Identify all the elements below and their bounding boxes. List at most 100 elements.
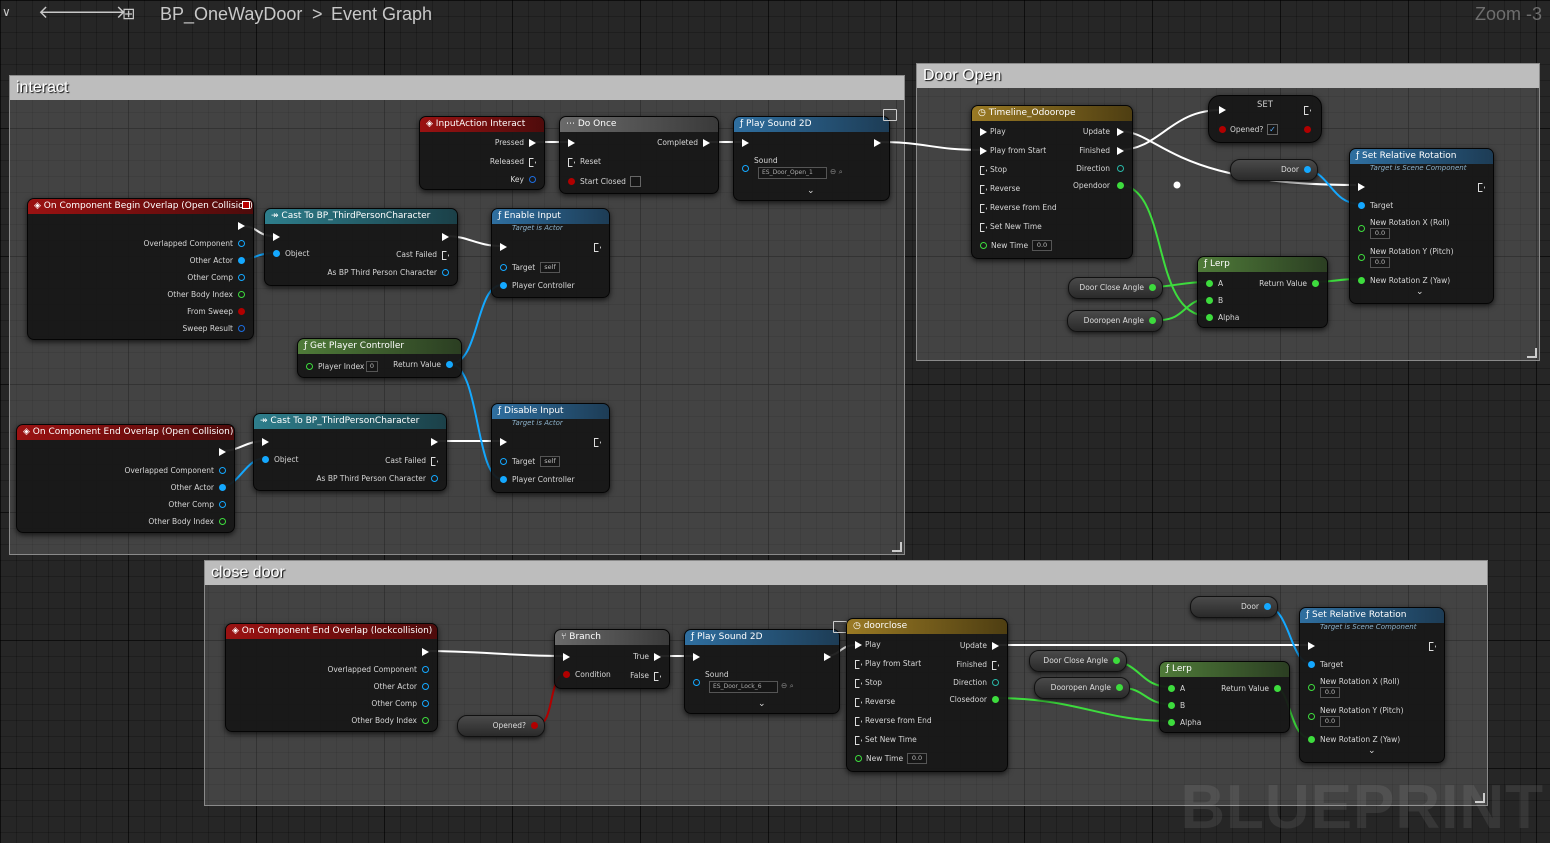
node-enable-input[interactable]: ƒ Enable Input Target is Actor Target se… xyxy=(491,208,610,298)
float-pin[interactable] xyxy=(1274,685,1281,692)
object-pin[interactable] xyxy=(1264,603,1271,610)
node-cast-to-third-person[interactable]: ↠ Cast To BP_ThirdPersonCharacter Object… xyxy=(264,208,458,286)
object-pin[interactable] xyxy=(1308,661,1315,668)
rotation-x-field[interactable]: 0.0 xyxy=(1370,228,1390,239)
object-pin[interactable] xyxy=(500,458,507,465)
bool-pin[interactable] xyxy=(238,308,245,315)
node-end-overlap-lock[interactable]: ◈ On Component End Overlap (lockcollisio… xyxy=(225,623,438,732)
node-begin-overlap[interactable]: ◈ On Component Begin Overlap (Open Colli… xyxy=(27,198,254,340)
node-set-relative-rotation-close[interactable]: ƒ Set Relative Rotation Target is Scene … xyxy=(1299,607,1445,763)
float-pin[interactable] xyxy=(1116,684,1123,691)
exec-pin[interactable] xyxy=(529,158,536,167)
exec-pin[interactable] xyxy=(980,147,987,155)
exec-pin[interactable] xyxy=(855,698,862,707)
object-pin[interactable] xyxy=(500,282,507,289)
float-pin[interactable] xyxy=(992,696,999,703)
int-pin[interactable] xyxy=(306,363,313,370)
exec-pin[interactable] xyxy=(500,438,507,446)
rotation-y-field[interactable]: 0.0 xyxy=(1320,716,1340,727)
chevron-down-icon[interactable]: ⌄ xyxy=(758,699,766,709)
chevron-down-icon[interactable]: ∨ xyxy=(2,5,11,19)
exec-pin[interactable] xyxy=(992,661,999,670)
exec-pin[interactable] xyxy=(980,185,987,194)
object-pin[interactable] xyxy=(442,269,449,276)
exec-pin[interactable] xyxy=(654,653,661,661)
exec-pin[interactable] xyxy=(262,438,269,446)
object-pin[interactable] xyxy=(500,264,507,271)
float-pin[interactable] xyxy=(1308,713,1315,720)
node-disable-input[interactable]: ƒ Disable Input Target is Actor Target s… xyxy=(491,403,610,493)
object-pin[interactable] xyxy=(693,679,700,686)
chevron-down-icon[interactable]: ⌄ xyxy=(1368,746,1376,756)
exec-pin[interactable] xyxy=(855,660,862,669)
object-pin[interactable] xyxy=(238,257,245,264)
bool-pin[interactable] xyxy=(1219,126,1226,133)
exec-pin[interactable] xyxy=(1219,106,1226,114)
opened-checkbox[interactable]: ✓ xyxy=(1267,124,1278,135)
float-pin[interactable] xyxy=(1358,225,1365,232)
exec-pin[interactable] xyxy=(273,233,280,241)
exec-pin[interactable] xyxy=(703,139,710,147)
enum-pin[interactable] xyxy=(992,679,999,686)
object-pin[interactable] xyxy=(1358,202,1365,209)
node-timeline-doorclose[interactable]: ◷ doorclose Play Play from Start Stop Re… xyxy=(846,618,1008,772)
node-inputaction-interact[interactable]: ◈ InputAction Interact Pressed Released … xyxy=(419,116,545,190)
object-pin[interactable] xyxy=(422,700,429,707)
exec-pin[interactable] xyxy=(431,438,438,446)
object-pin[interactable] xyxy=(431,475,438,482)
float-pin[interactable] xyxy=(1206,314,1213,321)
exec-pin[interactable] xyxy=(742,139,749,147)
object-pin[interactable] xyxy=(273,250,280,257)
float-pin[interactable] xyxy=(1206,297,1213,304)
float-pin[interactable] xyxy=(1168,719,1175,726)
exec-pin[interactable] xyxy=(1308,642,1315,650)
object-pin[interactable] xyxy=(422,683,429,690)
chevron-down-icon[interactable]: ⌄ xyxy=(1416,287,1424,297)
node-lerp-close[interactable]: ƒ Lerp A B Alpha Return Value xyxy=(1159,661,1290,733)
sound-asset-dropdown[interactable]: ES_Door_Lock_6 xyxy=(709,681,778,693)
object-pin[interactable] xyxy=(446,361,453,368)
float-pin[interactable] xyxy=(1358,254,1365,261)
comment-title[interactable]: close door xyxy=(205,561,1487,585)
object-pin[interactable] xyxy=(238,240,245,247)
exec-pin[interactable] xyxy=(238,222,245,230)
new-time-field[interactable]: 0.0 xyxy=(907,753,927,764)
start-closed-checkbox[interactable] xyxy=(630,176,641,187)
breadcrumb-graph[interactable]: Event Graph xyxy=(331,4,432,25)
object-pin[interactable] xyxy=(422,666,429,673)
exec-pin[interactable] xyxy=(980,128,987,136)
float-pin[interactable] xyxy=(1168,702,1175,709)
float-pin[interactable] xyxy=(1168,685,1175,692)
browse-icon[interactable]: ⊖ ⌕ xyxy=(830,167,843,177)
object-pin[interactable] xyxy=(262,456,269,463)
node-play-sound-2d[interactable]: ƒ Play Sound 2D Sound ES_Door_Open_1 ⊖ ⌕… xyxy=(733,116,890,201)
exec-pin[interactable] xyxy=(874,139,881,147)
exec-pin[interactable] xyxy=(442,233,449,241)
exec-pin[interactable] xyxy=(594,243,601,252)
object-pin[interactable] xyxy=(219,484,226,491)
float-pin[interactable] xyxy=(1308,684,1315,691)
exec-pin[interactable] xyxy=(568,158,575,167)
float-pin[interactable] xyxy=(1308,736,1315,743)
exec-pin[interactable] xyxy=(693,653,700,661)
exec-pin[interactable] xyxy=(594,438,601,447)
float-pin[interactable] xyxy=(855,755,862,762)
new-time-field[interactable]: 0.0 xyxy=(1032,240,1052,251)
exec-pin[interactable] xyxy=(824,653,831,661)
resize-grip[interactable] xyxy=(1527,348,1537,358)
exec-pin[interactable] xyxy=(431,457,438,466)
exec-pin[interactable] xyxy=(529,139,536,147)
node-get-player-controller[interactable]: ƒ Get Player Controller Player Index 0 R… xyxy=(297,338,462,378)
float-pin[interactable] xyxy=(1312,280,1319,287)
exec-pin[interactable] xyxy=(563,653,570,661)
exec-pin[interactable] xyxy=(654,672,661,681)
chevron-down-icon[interactable]: ⌄ xyxy=(807,186,815,196)
forward-arrow-icon[interactable]: 🡒 xyxy=(78,2,126,23)
float-pin[interactable] xyxy=(1117,182,1124,189)
object-pin[interactable] xyxy=(238,274,245,281)
exec-pin[interactable] xyxy=(992,642,999,650)
exec-pin[interactable] xyxy=(980,223,987,232)
exec-pin[interactable] xyxy=(1478,183,1485,192)
bool-pin[interactable] xyxy=(531,722,538,729)
exec-pin[interactable] xyxy=(855,679,862,688)
